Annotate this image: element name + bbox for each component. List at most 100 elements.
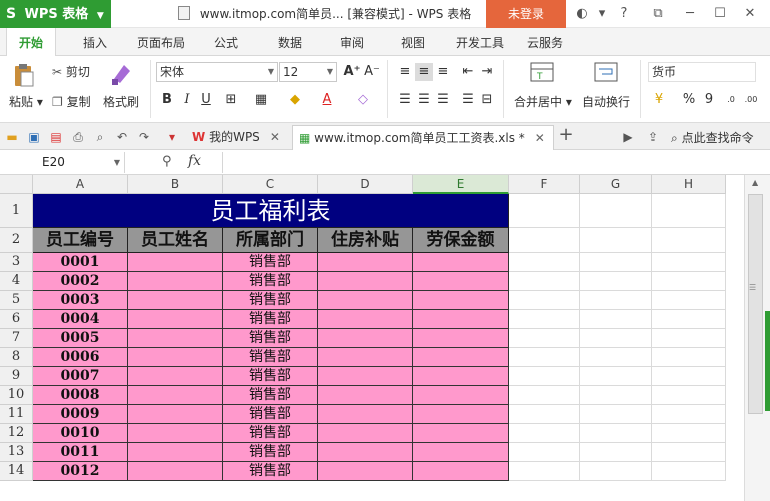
table-cell[interactable] <box>318 462 413 481</box>
table-cell[interactable] <box>318 386 413 405</box>
column-header-c[interactable]: C <box>223 175 318 194</box>
table-cell[interactable] <box>128 405 223 424</box>
table-cell[interactable]: 0006 <box>33 348 128 367</box>
table-cell[interactable]: 销售部 <box>223 405 318 424</box>
cut-button[interactable]: ✂ 剪切 <box>52 63 90 80</box>
row-header-9[interactable]: 9 <box>0 367 33 386</box>
wrap-text-icon[interactable] <box>594 61 618 86</box>
cell[interactable] <box>580 194 652 228</box>
table-cell[interactable] <box>318 253 413 272</box>
cell[interactable] <box>652 462 726 481</box>
table-cell[interactable] <box>413 386 509 405</box>
row-header-10[interactable]: 10 <box>0 386 33 405</box>
cell[interactable] <box>580 228 652 253</box>
table-cell[interactable]: 销售部 <box>223 310 318 329</box>
underline-icon[interactable]: U <box>197 91 215 109</box>
table-cell[interactable] <box>318 443 413 462</box>
tab-my-wps[interactable]: W 我的WPS ✕ <box>188 125 290 150</box>
table-cell[interactable] <box>128 291 223 310</box>
table-cell[interactable] <box>128 462 223 481</box>
cell[interactable] <box>509 348 580 367</box>
cell[interactable] <box>652 291 726 310</box>
close-icon[interactable]: ✕ <box>740 0 760 28</box>
cell[interactable] <box>580 462 652 481</box>
table-cell[interactable] <box>413 310 509 329</box>
table-cell[interactable]: 销售部 <box>223 367 318 386</box>
table-cell[interactable] <box>128 310 223 329</box>
column-header-e[interactable]: E <box>413 175 509 194</box>
cell[interactable] <box>580 310 652 329</box>
table-cell[interactable] <box>413 462 509 481</box>
cell[interactable] <box>509 462 580 481</box>
tab-developer[interactable]: 开发工具 <box>449 28 511 56</box>
tab-insert[interactable]: 插入 <box>70 28 120 56</box>
align-top-icon[interactable]: ≡ <box>396 63 414 81</box>
tab-cloud[interactable]: 云服务 <box>520 28 570 56</box>
column-title-cell[interactable]: 员工姓名 <box>128 228 223 253</box>
minimize-icon[interactable]: ─ <box>680 0 700 28</box>
column-header-h[interactable]: H <box>652 175 726 194</box>
table-cell[interactable] <box>128 348 223 367</box>
table-cell[interactable]: 销售部 <box>223 272 318 291</box>
column-header-f[interactable]: F <box>509 175 580 194</box>
cell[interactable] <box>652 194 726 228</box>
table-cell[interactable] <box>318 291 413 310</box>
table-cell[interactable]: 销售部 <box>223 424 318 443</box>
table-cell[interactable] <box>318 348 413 367</box>
wrap-text-button[interactable]: 自动换行 <box>582 93 630 110</box>
merge-borders-icon[interactable]: ▦ <box>252 91 270 109</box>
close-tab-icon[interactable]: ✕ <box>535 131 545 145</box>
scroll-thumb[interactable] <box>748 194 763 414</box>
align-middle-icon[interactable]: ≡ <box>415 63 433 81</box>
table-cell[interactable]: 销售部 <box>223 291 318 310</box>
table-cell[interactable] <box>413 348 509 367</box>
table-cell[interactable]: 销售部 <box>223 348 318 367</box>
format-painter-button[interactable]: 格式刷 <box>103 93 139 110</box>
tab-workbook[interactable]: ▦ www.itmop.com简单员工工资表.xls * ✕ <box>292 125 554 150</box>
tab-page-layout[interactable]: 页面布局 <box>130 28 192 56</box>
scroll-up-icon[interactable]: ▲ <box>752 178 758 187</box>
row-header-12[interactable]: 12 <box>0 424 33 443</box>
row-header-14[interactable]: 14 <box>0 462 33 481</box>
table-cell[interactable]: 销售部 <box>223 329 318 348</box>
row-header-13[interactable]: 13 <box>0 443 33 462</box>
table-cell[interactable]: 0007 <box>33 367 128 386</box>
cell[interactable] <box>509 424 580 443</box>
table-cell[interactable]: 0011 <box>33 443 128 462</box>
print-preview-icon[interactable]: ⌕ <box>92 129 108 145</box>
save-icon[interactable]: ▣ <box>26 129 42 145</box>
table-cell[interactable] <box>128 386 223 405</box>
bold-icon[interactable]: B <box>158 91 176 109</box>
table-cell[interactable] <box>128 253 223 272</box>
upload-icon[interactable]: ⇪ <box>645 129 661 145</box>
align-left-icon[interactable]: ☰ <box>396 91 414 109</box>
cell[interactable] <box>509 443 580 462</box>
column-header-a[interactable]: A <box>33 175 128 194</box>
cell[interactable] <box>509 310 580 329</box>
select-all-corner[interactable] <box>0 175 33 194</box>
spreadsheet-grid[interactable]: ABCDEFGH 1 2 3 4 5 6 7 8 9 10 11 12 13 14 员工编号 员工姓名 所属部… <box>0 175 744 501</box>
cell[interactable] <box>580 386 652 405</box>
table-cell[interactable] <box>413 424 509 443</box>
table-cell[interactable]: 0010 <box>33 424 128 443</box>
cell[interactable] <box>652 272 726 291</box>
distributed-icon[interactable]: ⊟ <box>478 91 496 109</box>
font-name-select[interactable]: 宋体 ▼ <box>156 62 278 82</box>
comma-style-button[interactable]: 9 <box>700 91 718 109</box>
font-color-icon[interactable]: A <box>318 91 336 109</box>
row-header-7[interactable]: 7 <box>0 329 33 348</box>
table-cell[interactable] <box>413 443 509 462</box>
fill-color-icon[interactable]: ◆ <box>286 91 304 109</box>
table-cell[interactable]: 0004 <box>33 310 128 329</box>
table-cell[interactable] <box>128 443 223 462</box>
cell[interactable] <box>652 367 726 386</box>
command-search[interactable]: ⌕ 点此查找命令 <box>671 129 754 146</box>
maximize-icon[interactable]: ☐ <box>710 0 730 28</box>
table-cell[interactable] <box>128 329 223 348</box>
table-cell[interactable] <box>413 272 509 291</box>
column-header-d[interactable]: D <box>318 175 413 194</box>
restore-icon[interactable]: ⧉ <box>648 0 668 28</box>
increase-decimal-icon[interactable]: .0 <box>722 91 740 109</box>
cell[interactable] <box>652 348 726 367</box>
table-cell[interactable]: 0012 <box>33 462 128 481</box>
